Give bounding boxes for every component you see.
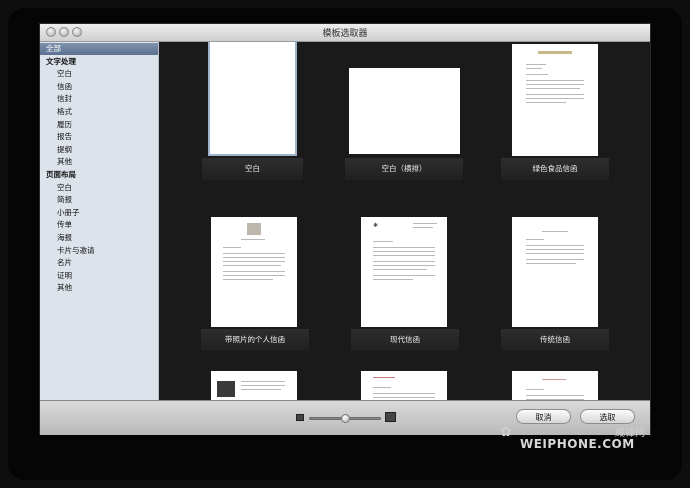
sidebar-item[interactable]: 空白: [40, 182, 158, 194]
template-label-bar: 带照片的个人信函: [201, 329, 309, 351]
sidebar-item[interactable]: 证明: [40, 270, 158, 282]
template-tile-row3-1[interactable]: [209, 371, 299, 400]
sidebar-item[interactable]: 文字处理: [40, 56, 158, 68]
template-tile-green-food-letter[interactable]: 绿色食品信函: [501, 44, 609, 182]
template-label: 空白（横排）: [381, 164, 427, 173]
typewriter-image: [217, 381, 235, 397]
sidebar-item[interactable]: 简报: [40, 194, 158, 206]
watermark-cn: 威锋网: [615, 428, 645, 439]
watermark-brand: WEIPHONE.COM: [520, 437, 635, 451]
weiphone-watermark: ✿ WEIPHONE.COM 威锋网: [500, 424, 660, 454]
category-sidebar: 全部 文字处理 空白 信函 信封 格式 履历 报告 提纲 其他 页面布局 空白 简报 小册子 传单 海报 卡片与…: [40, 42, 159, 400]
sidebar-item[interactable]: 页面布局: [40, 169, 158, 181]
sidebar-item[interactable]: 小册子: [40, 207, 158, 219]
template-tile-row3-2[interactable]: [359, 371, 451, 400]
template-chooser-window: 模板选取器 全部 文字处理 空白 信函 信封 格式 履历 报告 提纲 其他 页面布局 空白 简报 小册子传…: [40, 24, 650, 435]
template-thumbnail: [361, 371, 447, 400]
template-thumbnail: [349, 68, 460, 154]
template-thumbnail: [512, 371, 598, 400]
template-label: 传统信函: [540, 335, 570, 344]
zoom-out-icon[interactable]: [296, 414, 304, 421]
template-label: 现代信函: [390, 335, 420, 344]
template-label-bar: 空白（横排）: [345, 158, 463, 180]
template-tile-blank-landscape[interactable]: 空白（横排）: [345, 64, 463, 182]
template-label-bar: 空白: [202, 158, 303, 180]
choose-button[interactable]: 选取: [580, 409, 635, 424]
sidebar-item[interactable]: 名片: [40, 257, 158, 269]
template-label: 绿色食品信函: [532, 164, 578, 173]
window-title: 模板选取器: [322, 29, 368, 39]
weiphone-logo-icon: ✿: [500, 424, 512, 440]
zoom-in-icon[interactable]: [385, 412, 396, 422]
template-gallery: 空白 空白（横排） 绿色食品信函 带照片的个人信函 ✱ 现代信函 传统信函: [159, 42, 650, 400]
sidebar-item[interactable]: 空白: [40, 68, 158, 80]
sidebar-item[interactable]: 信函: [40, 81, 158, 93]
template-thumbnail: ✱: [361, 217, 447, 327]
template-tile-modern-letter[interactable]: ✱ 现代信函: [351, 217, 459, 357]
template-label: 空白: [245, 164, 260, 173]
template-thumbnail: [211, 217, 297, 327]
sidebar-item[interactable]: 信封: [40, 93, 158, 105]
sidebar-item[interactable]: 传单: [40, 219, 158, 231]
sidebar-item[interactable]: 报告: [40, 131, 158, 143]
sidebar-item[interactable]: 卡片与邀请: [40, 245, 158, 257]
template-thumbnail: [512, 44, 598, 156]
sidebar-item[interactable]: 提纲: [40, 144, 158, 156]
template-label-bar: 现代信函: [351, 329, 459, 351]
sidebar-item[interactable]: 履历: [40, 119, 158, 131]
sidebar-item[interactable]: 全部: [40, 43, 158, 55]
zoom-slider-knob[interactable]: [340, 414, 350, 423]
template-tile-blank[interactable]: 空白: [202, 42, 303, 180]
star-icon: ✱: [373, 222, 379, 229]
cancel-button[interactable]: 取消: [516, 409, 571, 424]
sidebar-item[interactable]: 其他: [40, 156, 158, 168]
template-thumbnail: [211, 371, 297, 400]
template-thumbnail: [512, 217, 598, 327]
sidebar-item[interactable]: 其他: [40, 282, 158, 294]
photo-icon: [247, 223, 261, 235]
template-tile-row3-3[interactable]: [511, 371, 603, 400]
template-label-bar: 传统信函: [501, 329, 609, 351]
sidebar-item[interactable]: 海报: [40, 232, 158, 244]
sidebar-item[interactable]: 格式: [40, 106, 158, 118]
title-bar: 模板选取器: [40, 24, 650, 42]
template-label-bar: 绿色食品信函: [501, 158, 609, 180]
template-label: 带照片的个人信函: [225, 335, 285, 344]
template-tile-personal-photo-letter[interactable]: 带照片的个人信函: [201, 217, 309, 357]
template-tile-traditional-letter[interactable]: 传统信函: [501, 217, 609, 357]
template-thumbnail: [210, 42, 295, 154]
